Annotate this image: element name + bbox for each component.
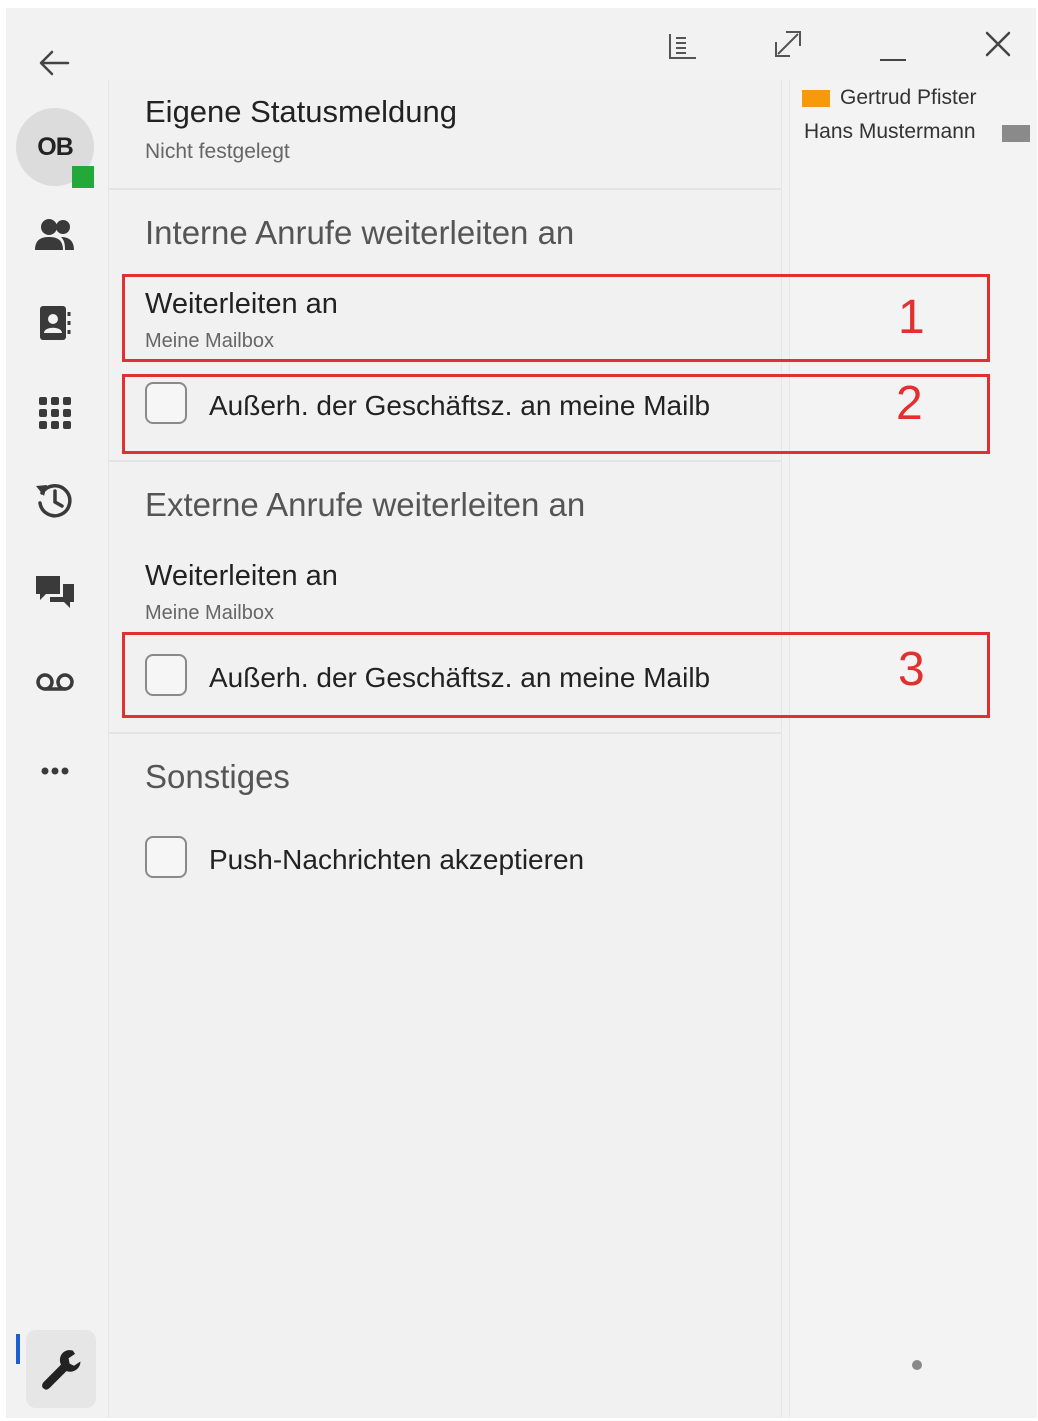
annotation-number: 2: [896, 377, 923, 430]
annotation-box: [122, 632, 990, 718]
contact-color-swatch: [802, 90, 830, 107]
annotation-box: [122, 274, 990, 362]
page-indicator-dot[interactable]: [912, 1360, 922, 1370]
voicemail-icon[interactable]: [30, 656, 80, 706]
external-forward-title: Weiterleiten an: [145, 560, 338, 592]
contact-name[interactable]: Hans Mustermann: [804, 120, 976, 144]
contact-card-icon[interactable]: [30, 298, 80, 348]
list-view-icon[interactable]: [662, 26, 702, 66]
close-icon[interactable]: [978, 24, 1018, 64]
external-forward-value: Meine Mailbox: [145, 602, 274, 624]
back-arrow-icon[interactable]: [34, 43, 74, 83]
history-icon[interactable]: [30, 476, 80, 526]
internal-section-heading: Interne Anrufe weiterleiten an: [145, 214, 575, 251]
push-notifications-checkbox[interactable]: [145, 836, 187, 878]
status-message-title: Eigene Statusmeldung: [145, 94, 457, 129]
divider: [109, 460, 781, 462]
avatar-initials: OB: [37, 132, 73, 161]
divider: [109, 188, 781, 190]
other-section-heading: Sonstiges: [145, 758, 290, 795]
minimize-icon[interactable]: [874, 30, 914, 70]
status-message-value: Nicht festgelegt: [145, 140, 290, 163]
status-message-row[interactable]: Eigene Statusmeldung Nicht festgelegt: [109, 80, 781, 190]
external-section-heading: Externe Anrufe weiterleiten an: [145, 486, 586, 523]
external-forward-row[interactable]: Weiterleiten an Meine Mailbox: [109, 550, 781, 634]
annotation-box: [122, 374, 990, 454]
people-icon[interactable]: [30, 210, 80, 260]
contact-color-swatch: [1002, 125, 1030, 142]
more-icon[interactable]: [30, 746, 80, 796]
annotation-number: 1: [898, 291, 925, 344]
restore-window-icon[interactable]: [768, 24, 808, 64]
settings-button[interactable]: [26, 1330, 96, 1408]
divider: [109, 732, 781, 734]
dialpad-icon[interactable]: [30, 388, 80, 438]
wrench-icon: [42, 1350, 81, 1390]
annotation-number: 3: [898, 643, 925, 696]
push-notifications-label: Push-Nachrichten akzeptieren: [209, 844, 585, 875]
active-nav-indicator: [16, 1334, 20, 1364]
app-window: OB Eigene Statusmeldung Nicht festgelegt…: [6, 8, 1037, 1418]
presence-indicator: [72, 166, 94, 188]
chat-icon[interactable]: [30, 566, 80, 616]
contact-name[interactable]: Gertrud Pfister: [840, 86, 977, 110]
